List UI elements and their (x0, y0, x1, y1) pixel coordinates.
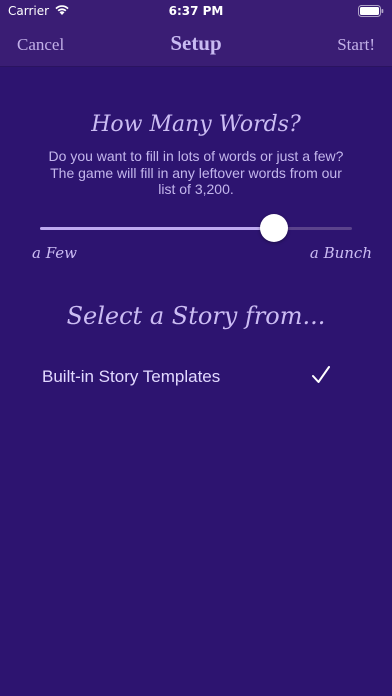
how-many-words-description: Do you want to fill in lots of words or … (48, 148, 344, 197)
story-option-built-in[interactable]: Built-in Story Templates (0, 360, 392, 394)
slider-fill (40, 227, 274, 230)
story-option-label: Built-in Story Templates (42, 367, 221, 386)
setup-screen: Carrier 6:37 PM Cancel Setup Start! How … (0, 0, 392, 696)
slider-max-label: a Bunch (309, 244, 372, 262)
how-many-words-heading: How Many Words? (91, 112, 301, 137)
slider-min-label: a Few (32, 244, 78, 262)
status-time: 6:37 PM (168, 4, 224, 18)
word-count-slider[interactable] (40, 214, 352, 244)
slider-thumb[interactable] (260, 214, 288, 242)
checkmark-icon (312, 366, 330, 383)
select-story-heading: Select a Story from... (66, 302, 326, 330)
battery-icon (358, 5, 384, 17)
page-title: Setup (170, 31, 222, 55)
start-button[interactable]: Start! (337, 35, 375, 55)
status-bar: Carrier 6:37 PM (0, 0, 392, 22)
navigation-bar: Cancel Setup Start! (0, 22, 392, 67)
